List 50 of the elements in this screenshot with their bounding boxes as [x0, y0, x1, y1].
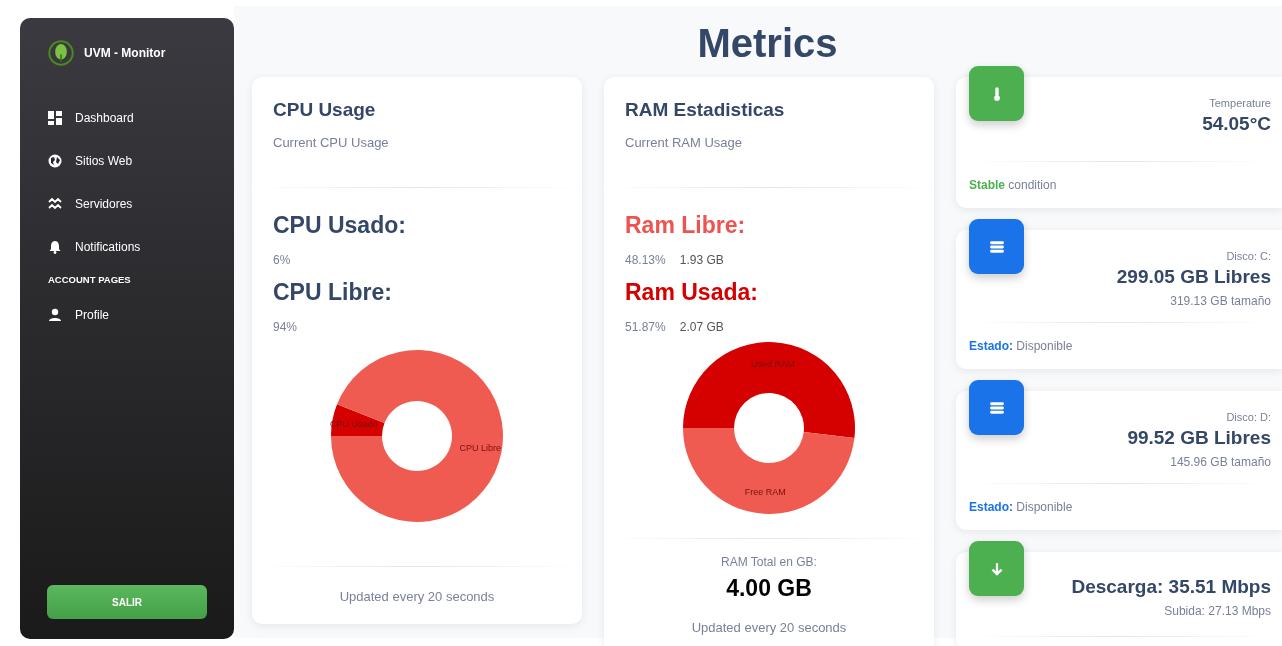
stat-value: 299.05 GB Libres [1115, 266, 1271, 288]
nav-item[interactable]: Dashboard [20, 96, 234, 139]
stat-label: Disco: C: [1225, 250, 1271, 262]
stat-value: 54.05°C [1201, 113, 1271, 135]
stat-percent: 94% [273, 320, 298, 334]
nav-item[interactable]: Profile [20, 293, 234, 336]
card-title: RAM Estadisticas [625, 99, 786, 121]
server-icon [988, 238, 1005, 255]
slice-label: Used RAM [751, 358, 795, 369]
total-value: 4.00 GB [725, 575, 813, 602]
stat-percent: 51.87% [625, 320, 666, 334]
status-text: Stable condition [969, 178, 1058, 192]
leaf-logo-icon [48, 40, 74, 66]
stat-label: Disco: D: [1225, 411, 1271, 423]
stat-label: Temperature [1208, 97, 1271, 109]
stat-percent: 6% [273, 253, 291, 267]
globe-icon [48, 153, 62, 168]
update-note: Updated every 20 seconds [690, 620, 848, 635]
stat-amount: 2.07 GB [679, 320, 724, 334]
stat-amount: 1.93 GB [679, 253, 724, 267]
nav-item[interactable]: Notifications [20, 225, 234, 268]
update-note: Updated every 20 seconds [338, 589, 496, 604]
stat-percent: 48.13% [625, 253, 666, 267]
stat-value: 99.52 GB Libres [1126, 427, 1271, 449]
nav-item[interactable]: Sitios Web [20, 139, 234, 182]
wave-icon [48, 196, 62, 211]
stat-detail: 145.96 GB tamaño [1169, 455, 1271, 469]
brand-name: UVM - Monitor [84, 46, 166, 60]
status-text: Estado: Disponible [969, 339, 1074, 353]
nav-item[interactable]: Servidores [20, 182, 234, 225]
slice-label: CPU Libre [459, 443, 502, 454]
stat-label: Ram Libre: [625, 212, 747, 239]
stat-detail: 319.13 GB tamaño [1169, 294, 1271, 308]
stat-detail: Subida: 27.13 Mbps [1163, 604, 1271, 618]
section-heading: ACCOUNT PAGES [47, 273, 132, 287]
card-subtitle: Current RAM Usage [625, 135, 744, 150]
card-subtitle: Current CPU Usage [273, 135, 390, 150]
server-icon [988, 399, 1005, 416]
card-title: CPU Usage [273, 99, 377, 121]
dashboard-icon [48, 110, 62, 125]
bell-icon [48, 239, 62, 254]
stat-label: Ram Usada: [625, 279, 759, 306]
total-label: RAM Total en GB: [720, 555, 818, 569]
stat-label: CPU Usado: [273, 212, 407, 239]
user-icon [48, 307, 62, 322]
slice-label: Free RAM [744, 487, 786, 498]
stat-label: CPU Libre: [273, 279, 393, 306]
status-text: Estado: Disponible [969, 500, 1074, 514]
stat-value: Descarga: 35.51 Mbps [1070, 576, 1271, 598]
page-title: Metrics [696, 20, 839, 67]
